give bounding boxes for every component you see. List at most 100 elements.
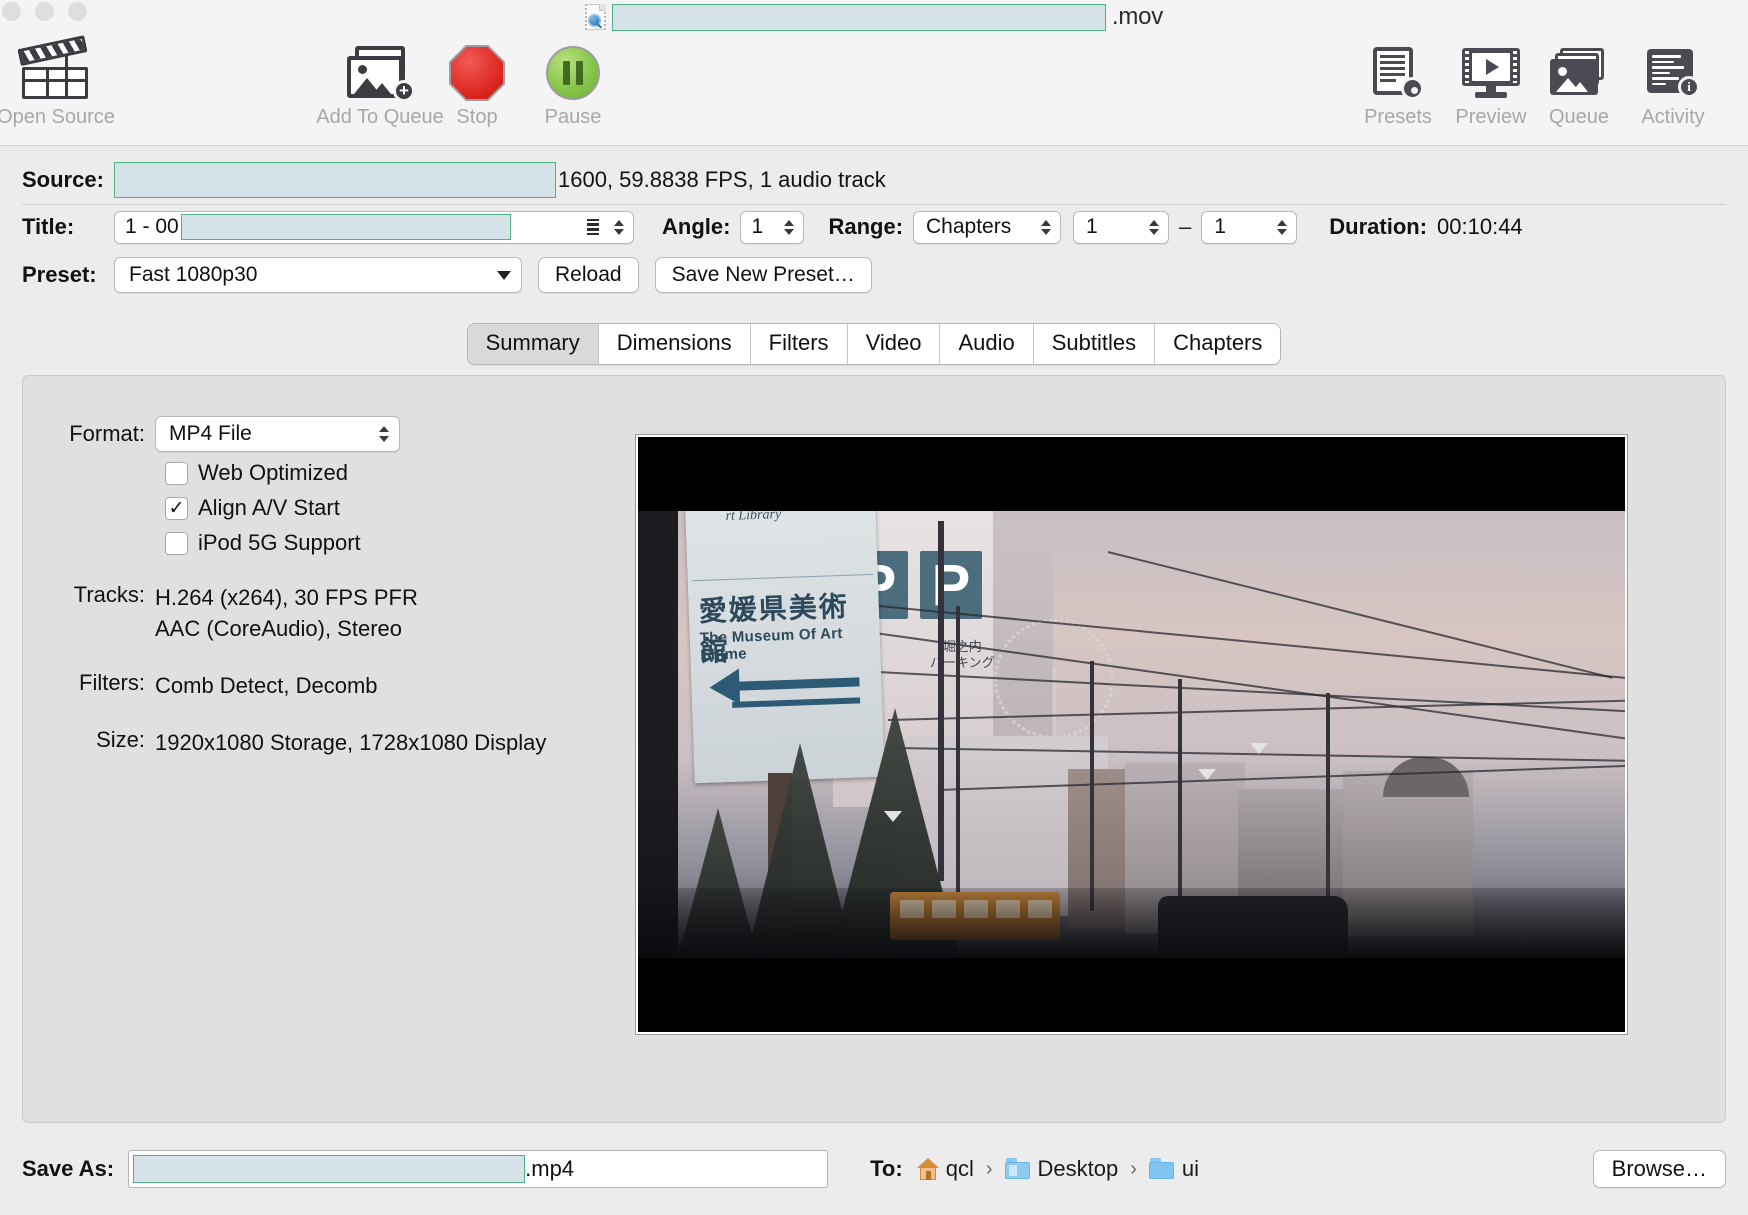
preview-button[interactable]: Preview xyxy=(1440,44,1542,129)
size-value: 1920x1080 Storage, 1728x1080 Display xyxy=(155,730,547,755)
web-optimized-row[interactable]: Web Optimized xyxy=(165,460,583,486)
tab-video[interactable]: Video xyxy=(847,324,941,364)
align-av-start-checkbox[interactable] xyxy=(165,496,188,520)
sign-english-text: The Museum Of Art Ehime xyxy=(699,624,843,664)
range-type-value: Chapters xyxy=(926,215,1012,238)
list-lines-icon xyxy=(587,218,599,236)
breadcrumb-label-qcl: qcl xyxy=(945,1156,974,1181)
window-titlebar: .mov xyxy=(0,0,1748,34)
source-meta: 1600, 59.8838 FPS, 1 audio track xyxy=(558,167,886,192)
browse-button[interactable]: Browse… xyxy=(1592,1150,1726,1188)
range-start-stepper[interactable]: 1 xyxy=(1073,210,1170,244)
range-type-select[interactable]: Chapters xyxy=(913,210,1062,244)
range-label: Range: xyxy=(828,214,904,239)
tracks-video-line: H.264 (x264), 30 FPS PFR xyxy=(155,585,418,610)
format-select[interactable]: MP4 File xyxy=(155,416,400,452)
letterbox-top xyxy=(638,437,1625,511)
save-as-label: Save As: xyxy=(22,1156,115,1181)
breadcrumb: qcl › Desktop › ui xyxy=(916,1156,1199,1182)
breadcrumb-separator-1: › xyxy=(985,1157,993,1180)
queue-button[interactable]: Queue xyxy=(1528,44,1630,129)
reload-button[interactable]: Reload xyxy=(538,257,639,293)
ipod-5g-support-label: iPod 5G Support xyxy=(198,530,361,555)
parking-sign-2: P xyxy=(920,551,982,619)
title-label: Title: xyxy=(22,214,75,239)
format-stepper-arrows[interactable] xyxy=(379,426,389,442)
preset-select[interactable]: Fast 1080p30 xyxy=(114,257,522,293)
presets-button[interactable]: Presets xyxy=(1347,44,1449,129)
queue-label: Queue xyxy=(1548,106,1610,128)
pause-button[interactable]: Pause xyxy=(523,44,623,129)
tab-chapters[interactable]: Chapters xyxy=(1155,324,1281,364)
stop-label: Stop xyxy=(456,106,498,128)
title-select[interactable]: 1 - 00 xyxy=(114,210,634,244)
title-value-redaction xyxy=(180,214,511,240)
web-optimized-checkbox[interactable] xyxy=(165,461,188,485)
ipod-5g-support-row[interactable]: iPod 5G Support xyxy=(165,530,583,556)
save-as-input[interactable]: .mp4 xyxy=(128,1150,829,1188)
pause-label: Pause xyxy=(544,106,602,128)
align-av-start-row[interactable]: Align A/V Start xyxy=(165,495,583,521)
angle-stepper-arrows[interactable] xyxy=(778,219,800,235)
range-end-stepper[interactable]: 1 xyxy=(1201,210,1298,244)
source-label: Source: xyxy=(22,167,104,192)
filters-row: Filters: Comb Detect, Decomb xyxy=(45,670,583,701)
duration-value: 00:10:44 xyxy=(1437,214,1523,239)
sign-library-text: rt Library xyxy=(725,511,782,524)
range-end-arrows[interactable] xyxy=(1271,219,1293,235)
quicktime-movie-icon xyxy=(584,4,606,30)
open-source-button[interactable]: Open Source xyxy=(0,35,121,129)
add-to-queue-button[interactable]: + Add To Queue xyxy=(315,44,445,129)
ipod-5g-support-checkbox[interactable] xyxy=(165,531,188,555)
summary-settings: Format: MP4 File Web Optimized Align A/V… xyxy=(23,416,583,1122)
title-value-prefix: 1 - 00 xyxy=(125,215,179,238)
tab-subtitles[interactable]: Subtitles xyxy=(1033,324,1156,364)
home-icon xyxy=(916,1158,939,1180)
tab-dimensions[interactable]: Dimensions xyxy=(598,324,751,364)
letterbox-bottom xyxy=(638,958,1625,1032)
source-row: Source: 1600, 59.8838 FPS, 1 audio track xyxy=(0,158,1748,202)
tab-summary[interactable]: Summary xyxy=(467,324,599,364)
save-as-suffix: .mp4 xyxy=(525,1156,575,1181)
tab-filters[interactable]: Filters xyxy=(750,324,848,364)
to-label: To: xyxy=(870,1156,903,1181)
main-toolbar: Open Source + Add To Queue Stop Pause Pr… xyxy=(0,34,1748,146)
breadcrumb-item-desktop[interactable]: Desktop xyxy=(1004,1156,1119,1182)
angle-label: Angle: xyxy=(662,214,731,239)
format-value: MP4 File xyxy=(169,422,252,445)
preview-thumbnail[interactable]: P P 堀之内パーキング rt Library xyxy=(636,435,1627,1034)
align-av-start-label: Align A/V Start xyxy=(198,495,340,520)
presets-gear-icon xyxy=(1373,44,1424,102)
range-type-arrows[interactable] xyxy=(1035,219,1057,235)
filters-value: Comb Detect, Decomb xyxy=(155,673,378,698)
size-row: Size: 1920x1080 Storage, 1728x1080 Displ… xyxy=(45,727,583,758)
breadcrumb-item-ui[interactable]: ui xyxy=(1148,1156,1199,1182)
duration-label: Duration: xyxy=(1329,214,1428,239)
sign-arrow-icon xyxy=(708,667,861,718)
stop-button[interactable]: Stop xyxy=(437,44,517,129)
save-as-redaction xyxy=(133,1155,526,1183)
breadcrumb-label-desktop: Desktop xyxy=(1037,1156,1119,1181)
activity-label: Activity xyxy=(1641,106,1705,128)
angle-stepper[interactable]: 1 xyxy=(740,210,805,244)
save-new-preset-button[interactable]: Save New Preset… xyxy=(654,257,872,293)
filters-label: Filters: xyxy=(79,670,145,695)
range-start-arrows[interactable] xyxy=(1143,219,1165,235)
window-title: .mov xyxy=(0,0,1748,34)
format-row: Format: MP4 File xyxy=(45,416,583,452)
tabbar: Summary Dimensions Filters Video Audio S… xyxy=(0,323,1748,365)
range-dash: – xyxy=(1179,214,1192,239)
format-label: Format: xyxy=(69,421,145,446)
breadcrumb-item-qcl[interactable]: qcl xyxy=(916,1156,974,1182)
range-start-value: 1 xyxy=(1086,215,1098,238)
add-to-queue-icon: + xyxy=(347,44,415,102)
output-destination-bar: Save As: .mp4 To: qcl › Desktop › ui Bro… xyxy=(0,1123,1748,1215)
preset-value: Fast 1080p30 xyxy=(129,263,258,286)
activity-button[interactable]: i Activity xyxy=(1618,44,1728,129)
breadcrumb-separator-2: › xyxy=(1130,1157,1137,1180)
title-stepper-icon[interactable] xyxy=(608,219,630,235)
preview-monitor-icon xyxy=(1462,44,1520,102)
tab-audio[interactable]: Audio xyxy=(940,324,1034,364)
title-suffix: .mov xyxy=(1111,3,1164,30)
tracks-audio-line: AAC (CoreAudio), Stereo xyxy=(155,616,402,641)
